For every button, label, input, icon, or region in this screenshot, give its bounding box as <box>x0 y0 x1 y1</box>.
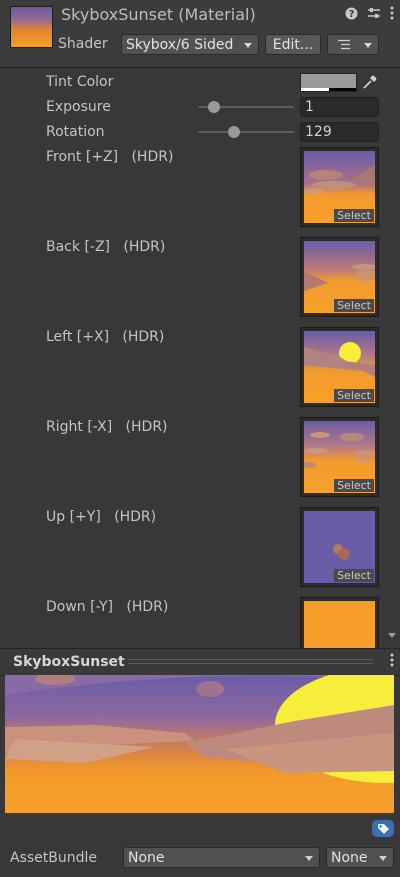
header-icons: ? <box>345 6 394 20</box>
texture-thumbnail-right: Select <box>304 421 375 493</box>
shader-label: Shader <box>58 36 108 52</box>
texture-slot-down[interactable] <box>300 597 379 648</box>
more-icon[interactable] <box>390 6 394 20</box>
skybox-preview[interactable] <box>5 675 394 813</box>
exposure-slider-knob[interactable] <box>208 101 220 113</box>
tag-icon[interactable] <box>372 820 394 837</box>
texture-select-button-left[interactable]: Select <box>334 389 374 402</box>
shader-menu-button[interactable] <box>327 34 379 55</box>
rotation-label: Rotation <box>46 124 105 140</box>
eyedropper-icon[interactable] <box>360 73 379 92</box>
list-icon <box>338 39 350 50</box>
material-title: SkyboxSunset (Material) <box>61 5 256 24</box>
scroll-down-arrow[interactable] <box>388 633 396 638</box>
edit-shader-button[interactable]: Edit... <box>265 34 321 55</box>
help-icon[interactable]: ? <box>345 7 358 20</box>
shader-dropdown-value: Skybox/6 Sided <box>126 37 234 53</box>
texture-thumbnail-back: Select <box>304 241 375 313</box>
texture-label-left: Left [+X] (HDR) <box>46 329 165 345</box>
texture-slot-front[interactable]: Select <box>300 147 379 227</box>
rotation-slider-knob[interactable] <box>228 126 240 138</box>
assetbundle-name-value: None <box>128 850 165 866</box>
chevron-down-icon <box>244 43 252 48</box>
texture-slot-left[interactable]: Select <box>300 327 379 407</box>
rotation-slider[interactable] <box>198 131 294 133</box>
material-preview-thumbnail <box>10 6 53 48</box>
texture-slot-up[interactable]: Select <box>300 507 379 587</box>
assetbundle-variant-dropdown[interactable]: None <box>326 847 394 868</box>
assetbundle-label: AssetBundle <box>10 850 98 866</box>
texture-slot-back[interactable]: Select <box>300 237 379 317</box>
tint-color-field[interactable] <box>300 73 357 92</box>
assetbundle-variant-value: None <box>331 850 368 866</box>
preset-icon[interactable] <box>367 6 381 20</box>
tint-color-label: Tint Color <box>46 74 114 90</box>
chevron-down-icon <box>364 43 372 48</box>
texture-label-up: Up [+Y] (HDR) <box>46 509 157 525</box>
rotation-field[interactable]: 129 <box>300 122 379 142</box>
more-icon[interactable] <box>390 653 394 671</box>
texture-label-front: Front [+Z] (HDR) <box>46 149 174 165</box>
svg-text:?: ? <box>349 9 355 20</box>
texture-select-button-back[interactable]: Select <box>334 299 374 312</box>
assetbundle-name-dropdown[interactable]: None <box>123 847 320 868</box>
exposure-label: Exposure <box>46 99 111 115</box>
texture-thumbnail-down <box>304 601 375 648</box>
texture-thumbnail-left: Select <box>304 331 375 403</box>
texture-label-back: Back [-Z] (HDR) <box>46 239 166 255</box>
shader-dropdown[interactable]: Skybox/6 Sided <box>121 34 259 55</box>
chevron-down-icon <box>305 856 313 861</box>
exposure-field[interactable]: 1 <box>300 97 379 117</box>
texture-select-button-up[interactable]: Select <box>334 569 374 582</box>
preview-drag-line-top[interactable] <box>128 659 373 660</box>
texture-label-down: Down [-Y] (HDR) <box>46 599 169 615</box>
alpha-bar <box>301 88 356 91</box>
chevron-down-icon <box>379 856 387 861</box>
texture-thumbnail-up: Select <box>304 511 375 583</box>
preview-title: SkyboxSunset <box>13 654 125 670</box>
texture-select-button-right[interactable]: Select <box>334 479 374 492</box>
texture-slot-right[interactable]: Select <box>300 417 379 497</box>
texture-label-right: Right [-X] (HDR) <box>46 419 168 435</box>
texture-thumbnail-front: Select <box>304 151 375 223</box>
preview-drag-line-bottom[interactable] <box>128 663 373 664</box>
texture-select-button-front[interactable]: Select <box>334 209 374 222</box>
